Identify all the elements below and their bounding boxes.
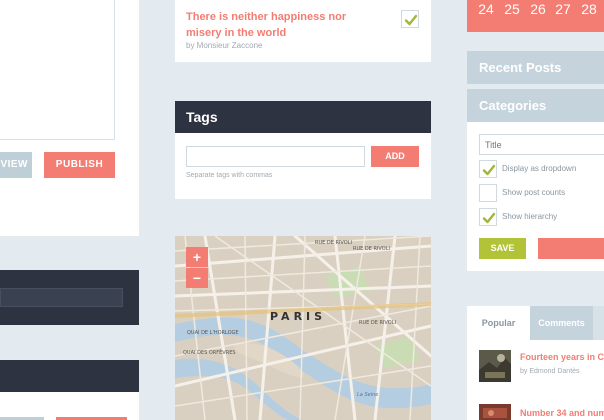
zoom-out-button[interactable]: − (186, 268, 208, 288)
calendar-widget: 24 25 26 27 28 (467, 0, 604, 32)
map-street-label: RUE DE RIVOLI (353, 246, 390, 252)
todo-author: by Monsieur Zaccone (186, 41, 263, 50)
tags-widget: Tags ADD Separate tags with commas (175, 101, 431, 199)
paris-map[interactable]: RUE DE RIVOLI RUE DE RIVOLI QUAI DE L'HO… (175, 236, 431, 420)
preview-button[interactable]: VIEW (0, 152, 32, 178)
post-counts-checkbox[interactable] (479, 184, 497, 202)
dark-widget-header (0, 360, 139, 392)
option-display-dropdown[interactable]: Display as dropdown (479, 160, 604, 178)
add-tag-button[interactable]: ADD (371, 146, 419, 167)
calendar-day[interactable]: 26 (528, 0, 548, 18)
todo-text: There is neither happiness nor misery in… (186, 11, 347, 39)
map-street-label: RUE DE RIVOLI (359, 320, 396, 326)
hierarchy-checkbox[interactable] (479, 208, 497, 226)
calendar-day[interactable]: 28 (579, 0, 599, 18)
post-title[interactable]: Number 34 and num (520, 408, 604, 418)
post-title[interactable]: Fourteen years in Ch (520, 352, 604, 362)
calendar-day[interactable]: 24 (476, 0, 496, 18)
map-widget[interactable]: RUE DE RIVOLI RUE DE RIVOLI QUAI DE L'HO… (175, 236, 431, 420)
option-show-hierarchy[interactable]: Show hierarchy (479, 208, 604, 226)
map-city-label: PARIS (270, 310, 326, 323)
tab-more[interactable] (593, 306, 604, 340)
map-river-label: La Seine (357, 392, 378, 398)
map-street-label: QUAI DE L'HORLOGE (187, 330, 239, 336)
dark-search-input[interactable] (0, 288, 123, 307)
dark-search-panel (0, 270, 139, 325)
tags-title: Tags (175, 101, 431, 133)
publish-button[interactable]: PUBLISH (44, 152, 115, 178)
tab-popular[interactable]: Popular (467, 306, 530, 340)
categories-widget: Categories Display as dropdown Show post… (467, 89, 604, 271)
recent-posts-header[interactable]: Recent Posts (467, 51, 604, 84)
checkmark-icon (404, 14, 418, 26)
categories-title[interactable]: Categories (467, 89, 604, 122)
option-label: Show hierarchy (502, 212, 558, 221)
option-show-post-counts[interactable]: Show post counts (479, 184, 604, 202)
post-thumbnail[interactable] (479, 404, 511, 420)
post-editor-panel: VIEW PUBLISH (0, 0, 139, 236)
tags-input[interactable] (186, 146, 365, 167)
dark-widget-panel (0, 360, 139, 420)
calendar-day[interactable]: 27 (553, 0, 573, 18)
post-author: by Edmond Dantès (520, 368, 580, 375)
checkmark-icon (482, 212, 496, 224)
tab-comments[interactable]: Comments (530, 306, 593, 340)
option-label: Display as dropdown (502, 164, 577, 173)
map-street-label: QUAI DES ORFÈVRES (183, 348, 236, 356)
zoom-in-button[interactable]: + (186, 247, 208, 267)
map-street-label: RUE DE RIVOLI (315, 240, 352, 246)
todo-checkbox[interactable] (401, 10, 419, 28)
post-content-textarea[interactable] (0, 0, 115, 140)
display-dropdown-checkbox[interactable] (479, 160, 497, 178)
post-thumbnail[interactable] (479, 350, 511, 382)
calendar-day[interactable]: 25 (502, 0, 522, 18)
secondary-action-button[interactable] (538, 238, 604, 259)
posts-widget: Popular Comments Fourteen years in Ch by… (467, 306, 604, 420)
todo-item-panel: There is neither happiness nor misery in… (175, 0, 431, 62)
category-title-input[interactable] (479, 134, 604, 155)
option-label: Show post counts (502, 188, 566, 197)
tags-help-text: Separate tags with commas (186, 172, 273, 179)
save-button[interactable]: SAVE (479, 238, 526, 259)
checkmark-icon (482, 164, 496, 176)
